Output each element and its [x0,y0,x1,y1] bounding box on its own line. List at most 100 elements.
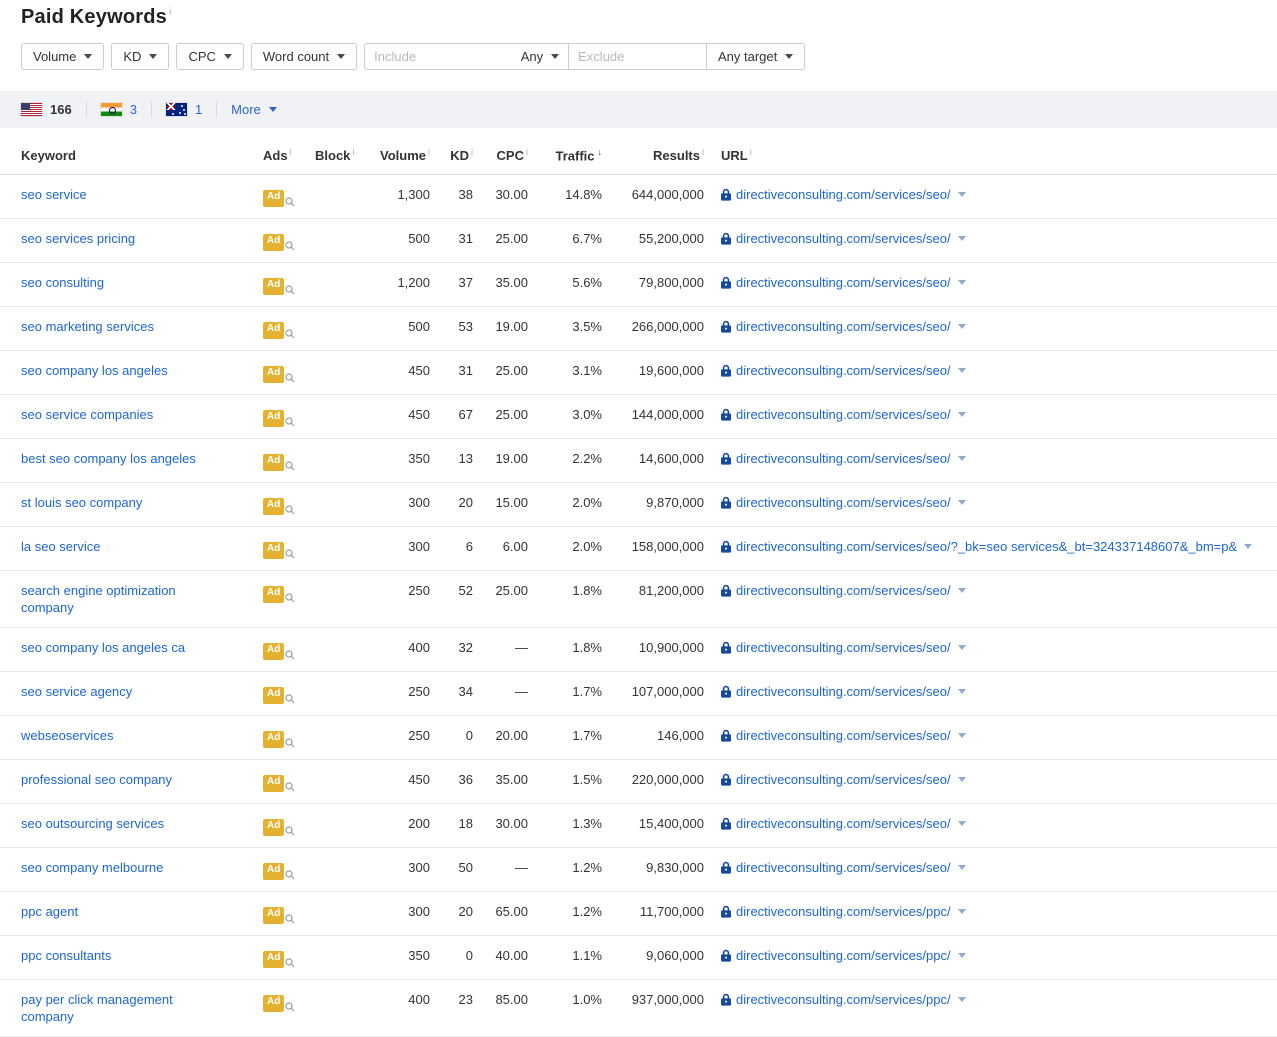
url-link[interactable]: directiveconsulting.com/services/seo/ [736,582,951,599]
keyword-link[interactable]: seo services pricing [21,230,135,247]
header-kd[interactable]: KD [430,136,473,175]
header-traffic[interactable]: Traffic [528,136,602,175]
keyword-link[interactable]: search engine optimization company [21,582,221,616]
header-results[interactable]: Results [602,136,704,175]
serp-preview-icon[interactable] [285,694,295,704]
serp-preview-icon[interactable] [285,505,295,515]
serp-preview-icon[interactable] [285,461,295,471]
url-link[interactable]: directiveconsulting.com/services/seo/ [736,771,951,788]
ad-badge[interactable]: Ad [263,775,284,792]
url-dropdown-icon[interactable] [958,236,966,241]
url-link[interactable]: directiveconsulting.com/services/ppc/ [736,947,951,964]
serp-preview-icon[interactable] [285,197,295,207]
url-link[interactable]: directiveconsulting.com/services/seo/ [736,815,951,832]
keyword-link[interactable]: st louis seo company [21,494,142,511]
keyword-link[interactable]: seo company los angeles [21,362,168,379]
serp-preview-icon[interactable] [285,549,295,559]
keyword-link[interactable]: la seo service [21,538,100,555]
ad-badge[interactable]: Ad [263,366,284,383]
url-link[interactable]: directiveconsulting.com/services/seo/?_b… [736,538,1237,555]
ad-badge[interactable]: Ad [263,190,284,207]
keyword-link[interactable]: seo consulting [21,274,104,291]
url-dropdown-icon[interactable] [958,821,966,826]
serp-preview-icon[interactable] [285,782,295,792]
url-link[interactable]: directiveconsulting.com/services/seo/ [736,494,951,511]
url-dropdown-icon[interactable] [958,500,966,505]
include-input[interactable] [374,49,515,64]
url-dropdown-icon[interactable] [1244,544,1252,549]
url-link[interactable]: directiveconsulting.com/services/seo/ [736,230,951,247]
keyword-link[interactable]: professional seo company [21,771,172,788]
serp-preview-icon[interactable] [285,914,295,924]
url-link[interactable]: directiveconsulting.com/services/seo/ [736,727,951,744]
ad-badge[interactable]: Ad [263,454,284,471]
volume-filter-button[interactable]: Volume [21,43,104,70]
ad-badge[interactable]: Ad [263,643,284,660]
url-link[interactable]: directiveconsulting.com/services/seo/ [736,186,951,203]
url-dropdown-icon[interactable] [958,777,966,782]
url-link[interactable]: directiveconsulting.com/services/seo/ [736,274,951,291]
kd-filter-button[interactable]: KD [111,43,169,70]
keyword-link[interactable]: seo service [21,186,87,203]
url-dropdown-icon[interactable] [958,324,966,329]
exclude-input[interactable] [578,49,697,64]
country-tab-united-states[interactable]: 166 [21,102,72,117]
url-dropdown-icon[interactable] [958,368,966,373]
url-dropdown-icon[interactable] [958,645,966,650]
serp-preview-icon[interactable] [285,826,295,836]
serp-preview-icon[interactable] [285,1002,295,1012]
ad-badge[interactable]: Ad [263,863,284,880]
ad-badge[interactable]: Ad [263,819,284,836]
keyword-link[interactable]: ppc agent [21,903,78,920]
url-dropdown-icon[interactable] [958,689,966,694]
ad-badge[interactable]: Ad [263,907,284,924]
word-count-filter-button[interactable]: Word count [251,43,357,70]
ad-badge[interactable]: Ad [263,951,284,968]
url-link[interactable]: directiveconsulting.com/services/seo/ [736,683,951,700]
header-ads[interactable]: Ads [263,136,315,175]
ad-badge[interactable]: Ad [263,322,284,339]
ad-badge[interactable]: Ad [263,234,284,251]
url-dropdown-icon[interactable] [958,280,966,285]
ad-badge[interactable]: Ad [263,687,284,704]
title-info-icon[interactable]: i [169,7,171,18]
url-link[interactable]: directiveconsulting.com/services/seo/ [736,859,951,876]
url-link[interactable]: directiveconsulting.com/services/seo/ [736,406,951,423]
url-link[interactable]: directiveconsulting.com/services/ppc/ [736,903,951,920]
serp-preview-icon[interactable] [285,329,295,339]
keyword-link[interactable]: seo company melbourne [21,859,163,876]
serp-preview-icon[interactable] [285,417,295,427]
url-link[interactable]: directiveconsulting.com/services/seo/ [736,362,951,379]
url-dropdown-icon[interactable] [958,412,966,417]
keyword-link[interactable]: seo company los angeles ca [21,639,185,656]
cpc-filter-button[interactable]: CPC [176,43,243,70]
url-dropdown-icon[interactable] [958,588,966,593]
serp-preview-icon[interactable] [285,958,295,968]
ad-badge[interactable]: Ad [263,498,284,515]
header-block[interactable]: Block [315,136,360,175]
url-link[interactable]: directiveconsulting.com/services/seo/ [736,450,951,467]
more-countries-button[interactable]: More [231,102,277,117]
url-dropdown-icon[interactable] [958,192,966,197]
serp-preview-icon[interactable] [285,373,295,383]
ad-badge[interactable]: Ad [263,410,284,427]
serp-preview-icon[interactable] [285,738,295,748]
include-mode-dropdown[interactable]: Any [521,49,559,64]
url-dropdown-icon[interactable] [958,997,966,1002]
serp-preview-icon[interactable] [285,593,295,603]
header-cpc[interactable]: CPC [473,136,528,175]
header-volume[interactable]: Volume [360,136,430,175]
keyword-link[interactable]: seo service companies [21,406,153,423]
url-dropdown-icon[interactable] [958,865,966,870]
country-tab-india[interactable]: 3 [101,102,137,117]
url-link[interactable]: directiveconsulting.com/services/seo/ [736,639,951,656]
serp-preview-icon[interactable] [285,650,295,660]
url-link[interactable]: directiveconsulting.com/services/ppc/ [736,991,951,1008]
keyword-link[interactable]: pay per click management company [21,991,221,1025]
keyword-link[interactable]: ppc consultants [21,947,111,964]
serp-preview-icon[interactable] [285,870,295,880]
url-link[interactable]: directiveconsulting.com/services/seo/ [736,318,951,335]
url-dropdown-icon[interactable] [958,953,966,958]
keyword-link[interactable]: seo outsourcing services [21,815,164,832]
url-dropdown-icon[interactable] [958,733,966,738]
